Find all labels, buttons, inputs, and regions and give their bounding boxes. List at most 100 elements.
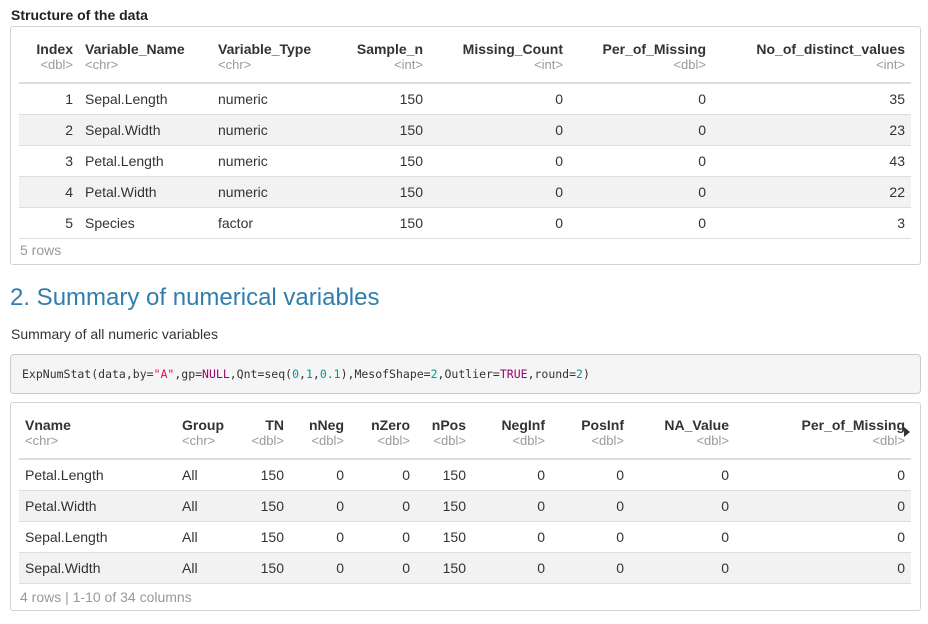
column-type: <int> — [337, 57, 429, 84]
structure-footer: 5 rows — [20, 242, 62, 258]
table-cell: numeric — [212, 114, 337, 146]
table-row: 4 Petal.Width numeric 150 0 0 22 — [19, 176, 911, 208]
table-row: Sepal.Width All 150 0 0 150 0 0 0 0 — [19, 552, 911, 584]
table-cell: 0 — [735, 490, 911, 522]
column-type: <chr> — [176, 433, 231, 460]
code-block: ExpNumStat(data,by="A",gp=NULL,Qnt=seq(0… — [10, 354, 921, 394]
table-row: Petal.Width All 150 0 0 150 0 0 0 0 — [19, 490, 911, 522]
table-cell: 0 — [630, 490, 735, 522]
table-cell: 0 — [472, 552, 551, 584]
table-cell: 150 — [231, 459, 290, 491]
column-header: Group — [182, 417, 224, 433]
code-text: ),MesofShape= — [340, 367, 431, 381]
column-type: <int> — [429, 57, 569, 84]
table-cell: 5 — [19, 207, 79, 239]
table-row: Petal.Length All 150 0 0 150 0 0 0 0 — [19, 459, 911, 491]
table-cell: 0 — [735, 521, 911, 553]
summary-body: Petal.Length All 150 0 0 150 0 0 0 0 Petal.Width Al… — [19, 459, 911, 584]
table-cell: Sepal.Width — [19, 552, 176, 584]
table-cell: Petal.Width — [19, 490, 176, 522]
structure-type-row: <dbl> <chr> <chr> <int> <int> <dbl> <int> — [19, 57, 911, 84]
table-cell: 150 — [337, 176, 429, 208]
column-header: TN — [265, 417, 284, 433]
table-row: 1 Sepal.Length numeric 150 0 0 35 — [19, 83, 911, 115]
table-cell: 0 — [569, 145, 712, 177]
table-cell: All — [176, 521, 231, 553]
section-heading: 2. Summary of numerical variables — [10, 284, 380, 311]
column-header: Sample_n — [356, 41, 423, 57]
summary-footer: 4 rows | 1-10 of 34 columns — [20, 589, 192, 605]
table-cell: 0 — [350, 459, 416, 491]
table-cell: Species — [79, 207, 212, 239]
section-subtitle: Summary of all numeric variables — [11, 326, 218, 342]
column-type: <chr> — [79, 57, 212, 84]
caret-right-icon[interactable] — [904, 427, 910, 437]
table-cell: 150 — [337, 83, 429, 115]
table-cell: 0 — [429, 176, 569, 208]
code-text: , — [299, 367, 306, 381]
table-cell: 0 — [735, 552, 911, 584]
table-cell: 150 — [231, 490, 290, 522]
table-row: 2 Sepal.Width numeric 150 0 0 23 — [19, 114, 911, 146]
table-cell: 3 — [712, 207, 911, 239]
table-cell: 0 — [472, 459, 551, 491]
code-number: 0 — [292, 367, 299, 381]
table-cell: 1 — [19, 83, 79, 115]
column-type: <dbl> — [416, 433, 472, 460]
table-cell: 0 — [735, 459, 911, 491]
table-cell: 150 — [231, 552, 290, 584]
column-header: Variable_Name — [85, 41, 185, 57]
column-type: <dbl> — [630, 433, 735, 460]
code-text: ,round= — [527, 367, 577, 381]
structure-table: Index Variable_Name Variable_Type Sample_n M… — [19, 31, 911, 239]
column-header: NegInf — [501, 417, 545, 433]
summary-header-row: Vname Group TN nNeg nZero nPos NegInf PosInf NA_… — [19, 407, 911, 433]
code-text: ExpNumStat(data,by= — [22, 367, 154, 381]
table-cell: All — [176, 490, 231, 522]
code-number: 2 — [576, 367, 583, 381]
table-cell: 0 — [630, 521, 735, 553]
table-cell: 0 — [290, 459, 350, 491]
table-cell: 0 — [630, 552, 735, 584]
column-header: Index — [36, 41, 73, 57]
table-cell: 0 — [429, 83, 569, 115]
table-cell: 0 — [290, 490, 350, 522]
table-cell: 0 — [472, 521, 551, 553]
table-cell: 150 — [337, 114, 429, 146]
table-cell: 150 — [337, 207, 429, 239]
column-header: PosInf — [581, 417, 624, 433]
table-cell: 150 — [337, 145, 429, 177]
table-cell: 0 — [551, 490, 630, 522]
code-keyword: TRUE — [499, 367, 528, 381]
table-cell: 150 — [416, 459, 472, 491]
table-cell: 43 — [712, 145, 911, 177]
summary-table-container: Vname Group TN nNeg nZero nPos NegInf PosInf NA_… — [10, 402, 921, 611]
code-number: 0.1 — [319, 367, 341, 381]
code-text: ,Qnt=seq( — [229, 367, 293, 381]
table-cell: 22 — [712, 176, 911, 208]
column-header: NA_Value — [664, 417, 729, 433]
table-cell: numeric — [212, 176, 337, 208]
table-cell: 0 — [290, 552, 350, 584]
structure-table-container: Index Variable_Name Variable_Type Sample_n M… — [10, 26, 921, 265]
table-cell: 0 — [472, 490, 551, 522]
table-cell: factor — [212, 207, 337, 239]
code-text: ) — [582, 367, 590, 381]
table-cell: 0 — [551, 552, 630, 584]
table-cell: 35 — [712, 83, 911, 115]
table-cell: numeric — [212, 83, 337, 115]
table-cell: 2 — [19, 114, 79, 146]
code-text: ,Outlier= — [437, 367, 500, 381]
column-type: <dbl> — [290, 433, 350, 460]
column-type: <dbl> — [472, 433, 551, 460]
summary-type-row: <chr> <chr> <dbl> <dbl> <dbl> <dbl> <dbl> <dbl>… — [19, 433, 911, 460]
column-type: <dbl> — [735, 433, 911, 460]
table-cell: Sepal.Length — [79, 83, 212, 115]
table-cell: 0 — [290, 521, 350, 553]
column-type: <dbl> — [350, 433, 416, 460]
table-row: 3 Petal.Length numeric 150 0 0 43 — [19, 145, 911, 177]
table-cell: 4 — [19, 176, 79, 208]
structure-body: 1 Sepal.Length numeric 150 0 0 35 2 Sepal.Width n… — [19, 83, 911, 239]
column-header: nZero — [371, 417, 410, 433]
column-header: nNeg — [309, 417, 344, 433]
